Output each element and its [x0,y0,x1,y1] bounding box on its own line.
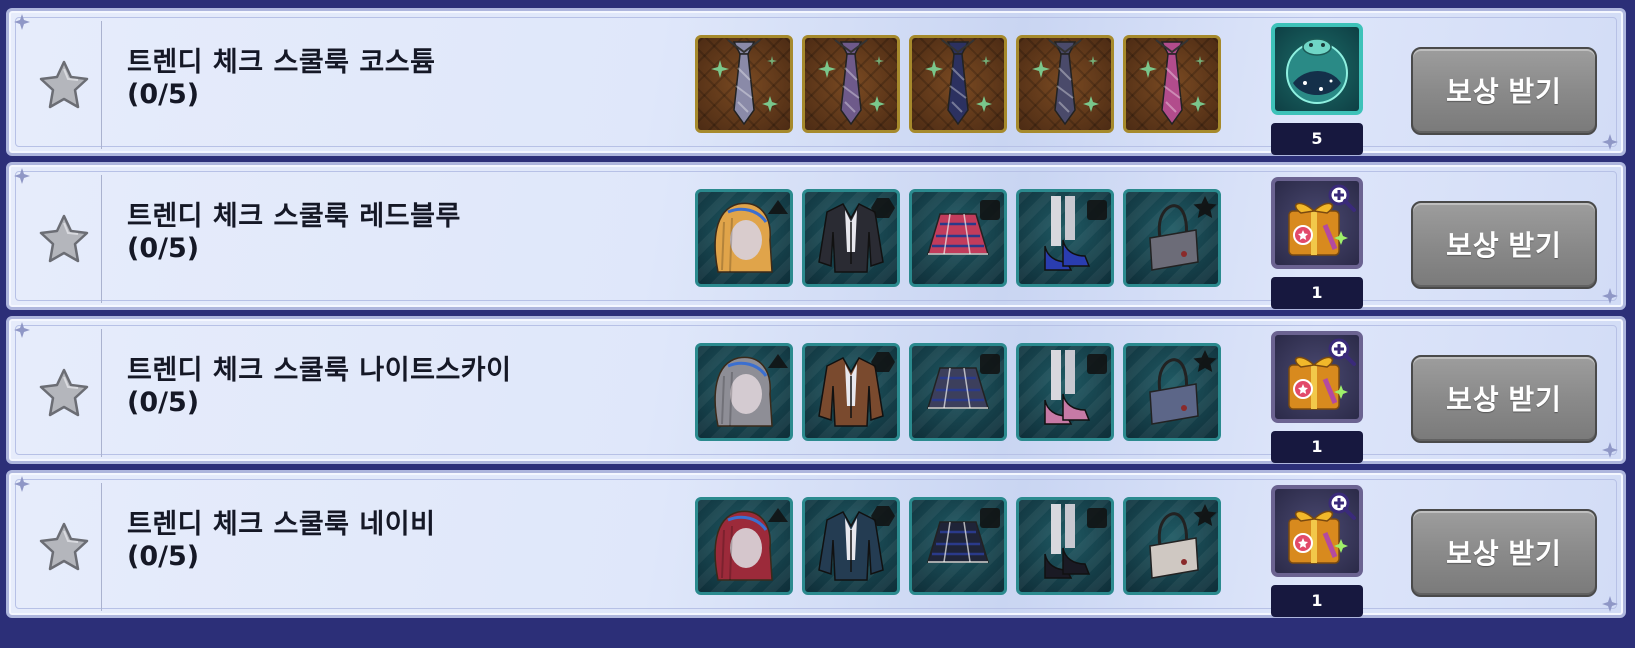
item-slot[interactable] [802,189,900,287]
star-icon [37,521,91,573]
sparkle-icon [1601,441,1619,459]
achievement-title: 트렌디 체크 스쿨룩 레드블루 [127,201,461,232]
item-slot[interactable] [1016,497,1114,595]
title-block: 트렌디 체크 스쿨룩 네이비 (0/5) [127,509,435,573]
claim-reward-button[interactable]: 보상 받기 [1411,509,1597,597]
achievement-row: 트렌디 체크 스쿨룩 나이트스카이 (0/5) 1 보상 받기 [6,316,1626,464]
star-icon [37,59,91,111]
item-slot[interactable] [695,343,793,441]
title-block: 트렌디 체크 스쿨룩 레드블루 (0/5) [127,201,461,265]
claim-reward-button[interactable]: 보상 받기 [1411,201,1597,289]
divider [101,483,102,611]
item-slot[interactable] [1016,189,1114,287]
achievement-progress: (0/5) [127,541,200,572]
reward-slot[interactable] [1271,23,1363,115]
claim-reward-button[interactable]: 보상 받기 [1411,355,1597,443]
achievement-list: 트렌디 체크 스쿨룩 코스튬 (0/5) 5 보상 받기 트렌디 체크 스쿨룩 … [0,0,1635,648]
reward-count: 5 [1271,123,1363,155]
achievement-title: 트렌디 체크 스쿨룩 코스튬 [127,47,436,78]
achievement-title: 트렌디 체크 스쿨룩 나이트스카이 [127,355,512,386]
item-slot[interactable] [802,35,900,133]
sparkle-icon [13,321,31,339]
title-block: 트렌디 체크 스쿨룩 코스튬 (0/5) [127,47,435,111]
item-slot[interactable] [909,497,1007,595]
star-icon [37,213,91,265]
title-block: 트렌디 체크 스쿨룩 나이트스카이 (0/5) [127,355,511,419]
achievement-progress: (0/5) [127,233,200,264]
reward-slot[interactable] [1271,177,1363,269]
sparkle-icon [1601,133,1619,151]
reward-count: 1 [1271,585,1363,617]
item-slot[interactable] [1123,189,1221,287]
reward-slot[interactable] [1271,331,1363,423]
bubble-orb-icon [1275,38,1359,111]
zoom-icon[interactable] [1327,491,1357,525]
sparkle-icon [13,13,31,31]
star-icon [37,367,91,419]
achievement-title: 트렌디 체크 스쿨룩 네이비 [127,509,436,540]
claim-reward-button[interactable]: 보상 받기 [1411,47,1597,135]
gift-box-icon [1275,356,1359,419]
item-slot[interactable] [1016,343,1114,441]
item-slot[interactable] [695,189,793,287]
gift-box-icon [1275,510,1359,573]
achievement-row: 트렌디 체크 스쿨룩 레드블루 (0/5) 1 보상 받기 [6,162,1626,310]
item-slot[interactable] [909,343,1007,441]
gift-box-icon [1275,202,1359,265]
divider [101,329,102,457]
divider [101,175,102,303]
item-slot[interactable] [1123,35,1221,133]
achievement-progress: (0/5) [127,79,200,110]
divider [101,21,102,149]
achievement-row: 트렌디 체크 스쿨룩 네이비 (0/5) 1 보상 받기 [6,470,1626,618]
sparkle-icon [1601,287,1619,305]
item-slot[interactable] [1123,343,1221,441]
zoom-icon[interactable] [1327,183,1357,217]
item-slot[interactable] [695,35,793,133]
item-slot[interactable] [909,35,1007,133]
item-slot[interactable] [909,189,1007,287]
item-slot[interactable] [1123,497,1221,595]
zoom-icon[interactable] [1327,337,1357,371]
item-slot[interactable] [1016,35,1114,133]
reward-count: 1 [1271,431,1363,463]
item-slot[interactable] [695,497,793,595]
sparkle-icon [13,475,31,493]
achievement-progress: (0/5) [127,387,200,418]
reward-count: 1 [1271,277,1363,309]
item-slot[interactable] [802,497,900,595]
reward-slot[interactable] [1271,485,1363,577]
item-slot[interactable] [802,343,900,441]
achievement-row: 트렌디 체크 스쿨룩 코스튬 (0/5) 5 보상 받기 [6,8,1626,156]
sparkle-icon [13,167,31,185]
sparkle-icon [1601,595,1619,613]
